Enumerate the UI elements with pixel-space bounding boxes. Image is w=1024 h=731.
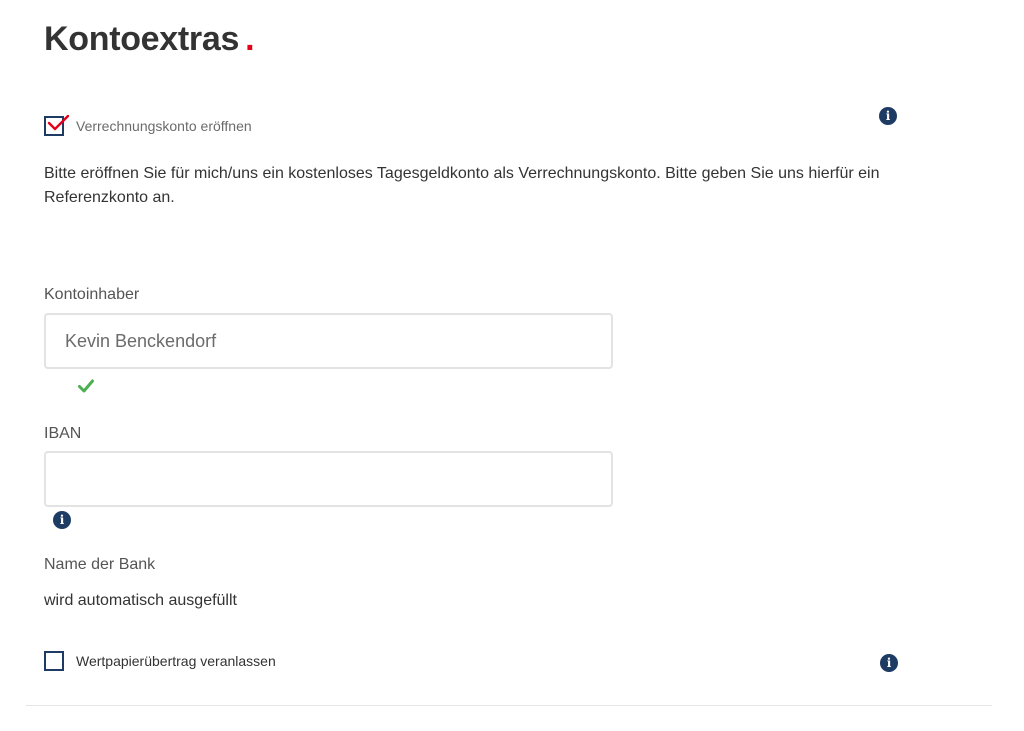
verrechnungskonto-checkbox[interactable] — [44, 114, 69, 136]
iban-input[interactable] — [44, 451, 613, 507]
valid-checkmark-icon — [78, 379, 94, 393]
wertpapieruebertrag-label: Wertpapierübertrag veranlassen — [76, 653, 276, 669]
bank-name-value: wird automatisch ausgefüllt — [44, 592, 237, 609]
wertpapieruebertrag-info-icon[interactable]: i — [880, 654, 898, 672]
verrechnungskonto-label: Verrechnungskonto eröffnen — [76, 118, 252, 134]
wertpapieruebertrag-checkbox[interactable] — [44, 651, 64, 671]
title-accent-dot: . — [245, 20, 255, 58]
kontoinhaber-input[interactable] — [44, 313, 613, 369]
wertpapieruebertrag-checkbox-row[interactable]: Wertpapierübertrag veranlassen — [44, 651, 276, 671]
kontoinhaber-label: Kontoinhaber — [44, 286, 140, 303]
section-divider — [26, 705, 992, 706]
iban-info-icon[interactable]: i — [53, 511, 71, 529]
verrechnungskonto-description: Bitte eröffnen Sie für mich/uns ein kost… — [44, 165, 880, 206]
bank-name-label: Name der Bank — [44, 556, 156, 573]
page-title-text: Kontoextras — [44, 20, 240, 58]
verrechnungskonto-info-icon[interactable]: i — [879, 107, 897, 125]
checkmark-icon — [47, 114, 69, 131]
verrechnungskonto-checkbox-row[interactable]: Verrechnungskonto eröffnen — [44, 114, 252, 136]
iban-label: IBAN — [44, 425, 82, 442]
page-title: Kontoextras. — [44, 20, 255, 59]
